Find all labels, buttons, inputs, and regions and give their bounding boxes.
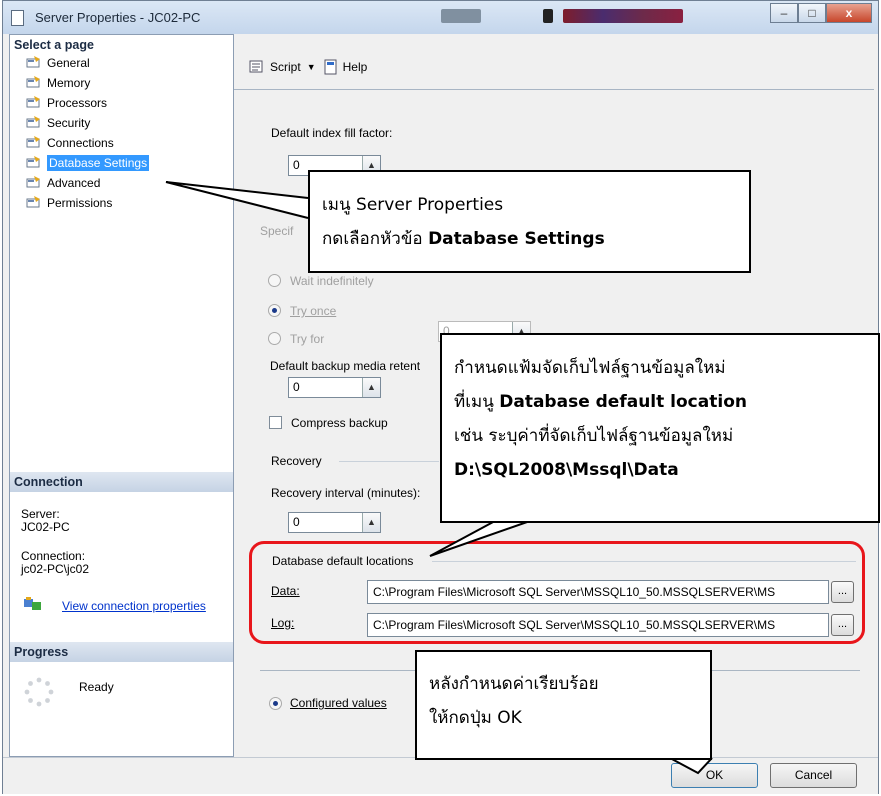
callout-3-line-1: หลังกำหนดค่าเรียบร้อย	[429, 674, 599, 694]
callout-1-line-2: กดเลือกหัวข้อ Database Settings	[322, 222, 749, 256]
callout-2-line-1: กำหนดแฟ้มจัดเก็บไฟล์ฐานข้อมูลใหม่	[454, 358, 726, 378]
callout-1-line-1: เมนู Server Properties	[322, 195, 504, 215]
callout-2-line-2-bold: Database default location	[499, 392, 747, 412]
callout-2-line-4: D:\SQL2008\Mssql\Data	[454, 460, 679, 480]
callout-1-line-2-prefix: กดเลือกหัวข้อ	[322, 229, 429, 249]
callout-2-line-2: ที่เมนู Database default location	[454, 385, 878, 419]
pointer-database-settings	[165, 181, 309, 219]
callout-3-line-2: ให้กดปุ่ม OK	[429, 708, 522, 728]
callout-2-line-2-prefix: ที่เมนู	[454, 392, 500, 412]
callout-db-locations: กำหนดแฟ้มจัดเก็บไฟล์ฐานข้อมูลใหม่ ที่เมน…	[440, 333, 880, 523]
pointer-ok-button	[669, 757, 713, 775]
callout-1-line-2-bold: Database Settings	[428, 229, 605, 249]
pointer-db-locations	[429, 520, 531, 557]
callout-2-line-3: เช่น ระบุค่าที่จัดเก็บไฟล์ฐานข้อมูลใหม่	[454, 426, 734, 446]
callout-database-settings: เมนู Server Properties กดเลือกหัวข้อ Dat…	[308, 170, 751, 273]
callout-ok-button: หลังกำหนดค่าเรียบร้อย ให้กดปุ่ม OK	[415, 650, 712, 760]
